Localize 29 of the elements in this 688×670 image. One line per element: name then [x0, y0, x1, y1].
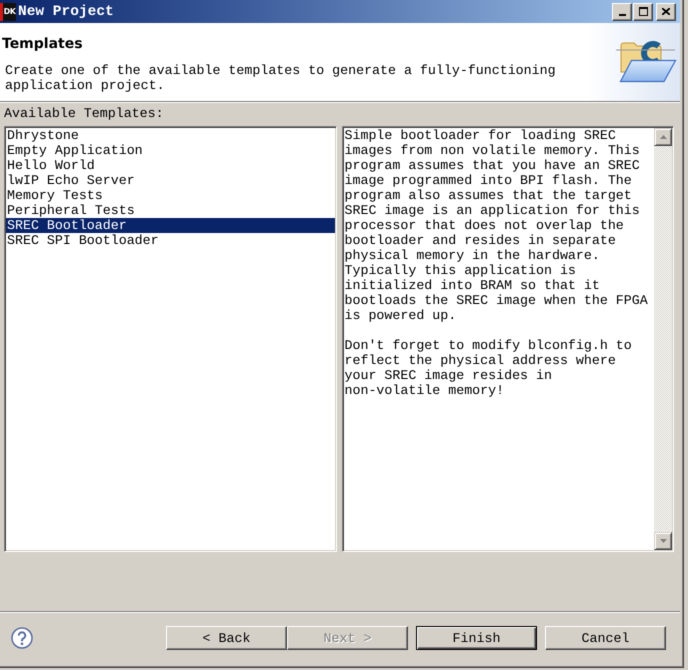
list-item[interactable]: Peripheral Tests [6, 203, 334, 218]
app-logo: DK [0, 2, 16, 20]
back-button[interactable]: < Back [166, 626, 287, 650]
window-title: New Project [18, 4, 114, 20]
close-icon [662, 8, 670, 15]
list-item[interactable]: Empty Application [6, 143, 334, 158]
list-item[interactable]: Memory Tests [6, 188, 334, 203]
list-item[interactable]: SREC Bootloader [6, 218, 334, 233]
scroll-up-button[interactable] [654, 128, 672, 146]
cancel-button[interactable]: Cancel [545, 626, 666, 650]
minimize-button[interactable] [612, 2, 632, 20]
list-item[interactable]: SREC SPI Bootloader [6, 233, 334, 248]
down-arrow-icon [660, 539, 666, 543]
maximize-button[interactable] [633, 2, 653, 20]
finish-button[interactable]: Finish [416, 626, 537, 650]
templates-label: Available Templates: [4, 106, 165, 121]
description-text: Simple bootloader for loading SREC images from non volatile memory. This program assumes that you have an SREC image programmed into BPI flash. The program also assumes that the target SREC image is an application for this processor that does not overlap the bootloader and resides in separate physical memory in the hardware. Typically this application is initialized into BRAM so that it bootloads the SREC image when the FPGA is powered up. [344, 128, 649, 323]
list-item[interactable]: Hello World [6, 158, 334, 173]
list-item[interactable]: lwIP Echo Server [6, 173, 334, 188]
maximize-icon [638, 7, 648, 16]
header-description: Create one of the available templates to generate a fully-functioning application project. [4, 63, 556, 93]
minimize-icon [618, 14, 626, 16]
description-text: Don't forget to modify blconfig.h to reflect the physical address where your SREC image resides in non-volatile memory! [344, 338, 633, 398]
close-button[interactable] [656, 2, 676, 20]
list-item[interactable]: Dhrystone [6, 128, 334, 143]
help-icon[interactable] [11, 627, 33, 649]
up-arrow-icon [660, 135, 666, 139]
header-title: Templates [2, 36, 84, 53]
scroll-down-button[interactable] [654, 532, 672, 550]
